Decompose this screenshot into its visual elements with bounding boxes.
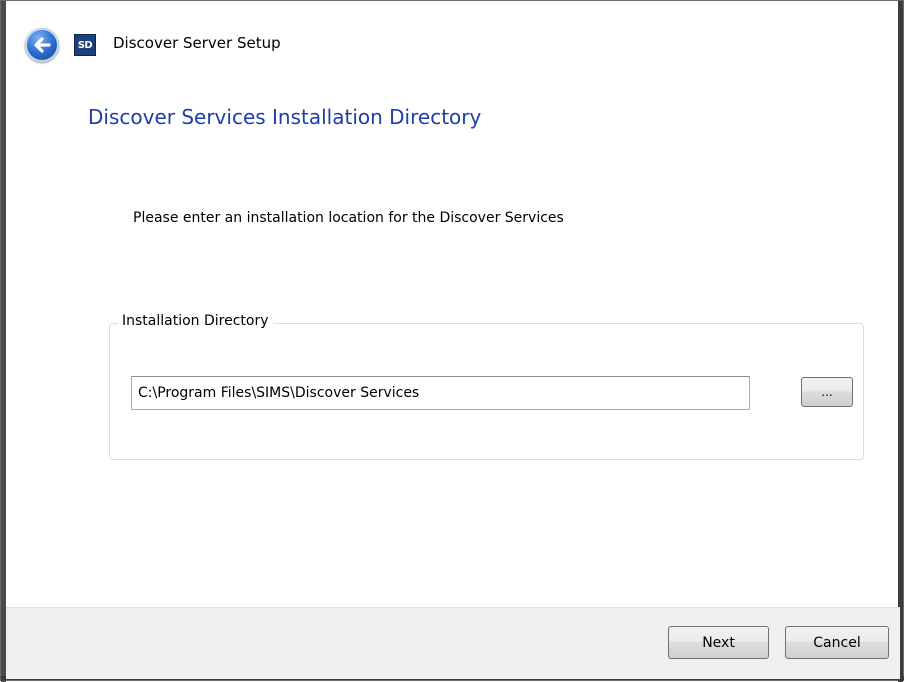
window-frame-right (898, 1, 903, 682)
installation-directory-input[interactable] (131, 376, 750, 410)
next-button[interactable]: Next (668, 626, 769, 659)
instruction-text: Please enter an installation location fo… (133, 210, 564, 226)
app-icon-label: SD (77, 39, 93, 51)
setup-window: SD Discover Server Setup Discover Servic… (0, 0, 904, 682)
browse-button[interactable]: ... (801, 377, 853, 407)
installation-directory-legend: Installation Directory (118, 313, 273, 329)
window-title: Discover Server Setup (113, 34, 281, 52)
back-button[interactable] (25, 28, 59, 62)
app-icon: SD (74, 34, 96, 56)
page-title: Discover Services Installation Directory (88, 105, 482, 129)
cancel-button[interactable]: Cancel (785, 626, 889, 659)
window-frame-left (1, 1, 6, 682)
back-arrow-icon (34, 37, 51, 53)
